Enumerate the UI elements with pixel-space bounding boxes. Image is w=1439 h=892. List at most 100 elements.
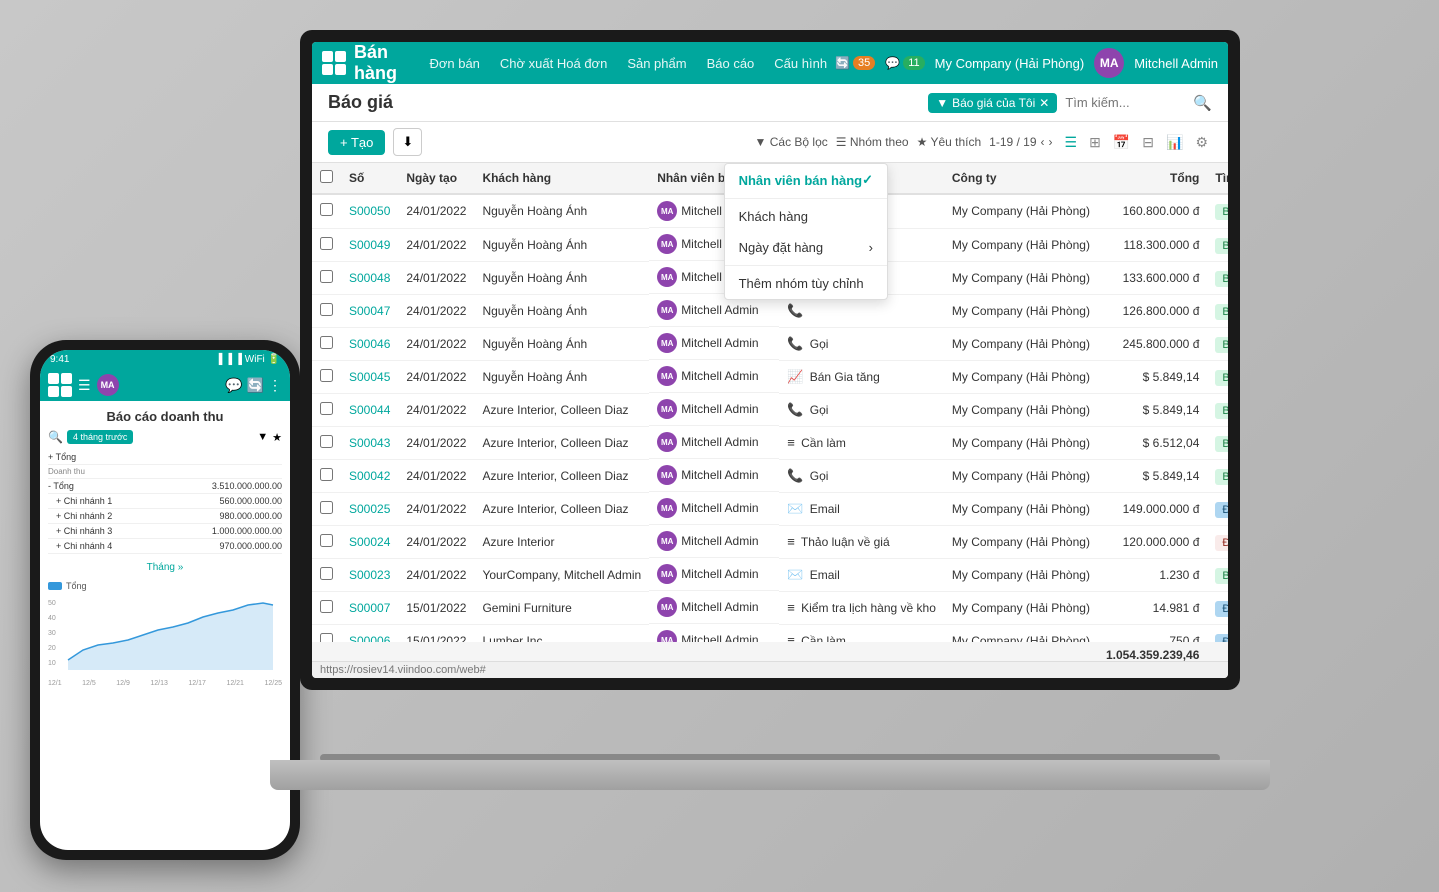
row-checkbox-4[interactable] (312, 327, 341, 360)
row-khachhang-11[interactable]: YourCompany, Mitchell Admin (474, 558, 649, 591)
row-so-9[interactable]: S00025 (341, 492, 398, 525)
refresh-badge[interactable]: 🔄 35 (835, 56, 875, 70)
dropdown-item-khachhang[interactable]: Khách hàng (725, 201, 887, 232)
header-ngay-tao[interactable]: Ngày tạo (398, 163, 474, 194)
dropdown-item-ngaydathang[interactable]: Ngày đặt hàng › (725, 232, 887, 263)
search-input[interactable] (1065, 95, 1185, 110)
next-page-icon[interactable]: › (1049, 135, 1053, 149)
row-so-7[interactable]: S00043 (341, 426, 398, 459)
fav-button[interactable]: ★ Yêu thích (917, 135, 982, 149)
row-check-8[interactable] (320, 468, 333, 481)
row-so-12[interactable]: S00007 (341, 591, 398, 624)
export-button[interactable]: ⬇ (393, 128, 422, 156)
table-row[interactable]: S00025 24/01/2022 Azure Interior, Collee… (312, 492, 1228, 525)
table-row[interactable]: S00023 24/01/2022 YourCompany, Mitchell … (312, 558, 1228, 591)
create-button[interactable]: + Tạo (328, 130, 385, 155)
row-khachhang-6[interactable]: Azure Interior, Colleen Diaz (474, 393, 649, 426)
table-row[interactable]: S00044 24/01/2022 Azure Interior, Collee… (312, 393, 1228, 426)
user-avatar[interactable]: MA (1094, 48, 1124, 78)
phone-filter-icon[interactable]: ▼ (257, 431, 268, 443)
row-check-7[interactable] (320, 435, 333, 448)
settings-view-icon[interactable]: ⚙ (1191, 132, 1212, 153)
prev-page-icon[interactable]: ‹ (1041, 135, 1045, 149)
list-view-icon[interactable]: ☰ (1061, 132, 1082, 153)
row-check-6[interactable] (320, 402, 333, 415)
nav-san-pham[interactable]: Sản phẩm (627, 56, 686, 71)
header-cong-ty[interactable]: Công ty (944, 163, 1098, 194)
row-check-1[interactable] (320, 237, 333, 250)
row-check-0[interactable] (320, 203, 333, 216)
row-so-6[interactable]: S00044 (341, 393, 398, 426)
row-check-4[interactable] (320, 336, 333, 349)
table-row[interactable]: S00042 24/01/2022 Azure Interior, Collee… (312, 459, 1228, 492)
row-check-9[interactable] (320, 501, 333, 514)
phone-search-icon[interactable]: 🔍 (48, 430, 63, 444)
row-checkbox-8[interactable] (312, 459, 341, 492)
pivot-view-icon[interactable]: ⊟ (1138, 132, 1158, 153)
nav-bao-cao[interactable]: Báo cáo (707, 56, 755, 71)
row-checkbox-3[interactable] (312, 294, 341, 327)
dropdown-item-nhanvien[interactable]: Nhân viên bán hàng ✓ (725, 164, 887, 196)
row-khachhang-10[interactable]: Azure Interior (474, 525, 649, 558)
row-khachhang-7[interactable]: Azure Interior, Colleen Diaz (474, 426, 649, 459)
row-check-12[interactable] (320, 600, 333, 613)
table-row[interactable]: S00007 15/01/2022 Gemini Furniture MA Mi… (312, 591, 1228, 624)
row-khachhang-0[interactable]: Nguyễn Hoàng Ánh (474, 194, 649, 228)
filter-close-icon[interactable]: ✕ (1039, 96, 1049, 110)
header-tinh-trang[interactable]: Tình trạng (1207, 163, 1228, 194)
row-checkbox-2[interactable] (312, 261, 341, 294)
row-khachhang-3[interactable]: Nguyễn Hoàng Ánh (474, 294, 649, 327)
row-so-4[interactable]: S00046 (341, 327, 398, 360)
nav-don-ban[interactable]: Đơn bán (429, 56, 479, 71)
row-so-10[interactable]: S00024 (341, 525, 398, 558)
row-checkbox-9[interactable] (312, 492, 341, 525)
row-checkbox-5[interactable] (312, 360, 341, 393)
row-khachhang-9[interactable]: Azure Interior, Colleen Diaz (474, 492, 649, 525)
row-check-2[interactable] (320, 270, 333, 283)
row-khachhang-4[interactable]: Nguyễn Hoàng Ánh (474, 327, 649, 360)
nav-cau-hinh[interactable]: Cấu hình (774, 56, 827, 71)
row-so-5[interactable]: S00045 (341, 360, 398, 393)
search-icon[interactable]: 🔍 (1193, 94, 1212, 112)
phone-avatar[interactable]: MA (97, 374, 119, 396)
row-check-5[interactable] (320, 369, 333, 382)
nav-cho-xuat[interactable]: Chờ xuất Hoá đơn (500, 56, 607, 71)
dropdown-item-custom[interactable]: Thêm nhóm tùy chỉnh (725, 268, 887, 299)
row-khachhang-2[interactable]: Nguyễn Hoàng Ánh (474, 261, 649, 294)
row-so-1[interactable]: S00049 (341, 228, 398, 261)
group-button[interactable]: ☰ Nhóm theo (836, 135, 909, 149)
phone-menu-icon[interactable]: ☰ (78, 377, 91, 394)
filter-tag[interactable]: ▼ Báo giá của Tôi ✕ (928, 93, 1057, 113)
graph-view-icon[interactable]: 📊 (1162, 132, 1187, 153)
phone-more-link[interactable]: Tháng » (147, 562, 184, 573)
row-khachhang-8[interactable]: Azure Interior, Colleen Diaz (474, 459, 649, 492)
row-check-3[interactable] (320, 303, 333, 316)
table-row[interactable]: S00046 24/01/2022 Nguyễn Hoàng Ánh MA Mi… (312, 327, 1228, 360)
row-check-11[interactable] (320, 567, 333, 580)
row-checkbox-1[interactable] (312, 228, 341, 261)
row-checkbox-12[interactable] (312, 591, 341, 624)
header-tong[interactable]: Tổng (1098, 163, 1207, 194)
kanban-view-icon[interactable]: ⊞ (1085, 132, 1105, 153)
row-checkbox-10[interactable] (312, 525, 341, 558)
row-so-2[interactable]: S00048 (341, 261, 398, 294)
filter-button[interactable]: ▼ Các Bộ lọc (755, 135, 828, 149)
header-checkbox[interactable] (312, 163, 341, 194)
row-so-3[interactable]: S00047 (341, 294, 398, 327)
calendar-view-icon[interactable]: 📅 (1109, 132, 1134, 153)
row-so-0[interactable]: S00050 (341, 194, 398, 228)
row-checkbox-6[interactable] (312, 393, 341, 426)
company-name[interactable]: My Company (Hải Phòng) (935, 56, 1085, 71)
row-khachhang-5[interactable]: Nguyễn Hoàng Ánh (474, 360, 649, 393)
row-so-11[interactable]: S00023 (341, 558, 398, 591)
header-khach-hang[interactable]: Khách hàng (474, 163, 649, 194)
row-checkbox-0[interactable] (312, 194, 341, 228)
header-so[interactable]: Số (341, 163, 398, 194)
table-row[interactable]: S00045 24/01/2022 Nguyễn Hoàng Ánh MA Mi… (312, 360, 1228, 393)
phone-filter-tag[interactable]: 4 tháng trước (67, 430, 133, 444)
row-checkbox-7[interactable] (312, 426, 341, 459)
row-checkbox-11[interactable] (312, 558, 341, 591)
message-badge[interactable]: 💬 11 (885, 56, 924, 70)
table-row[interactable]: S00043 24/01/2022 Azure Interior, Collee… (312, 426, 1228, 459)
row-so-8[interactable]: S00042 (341, 459, 398, 492)
